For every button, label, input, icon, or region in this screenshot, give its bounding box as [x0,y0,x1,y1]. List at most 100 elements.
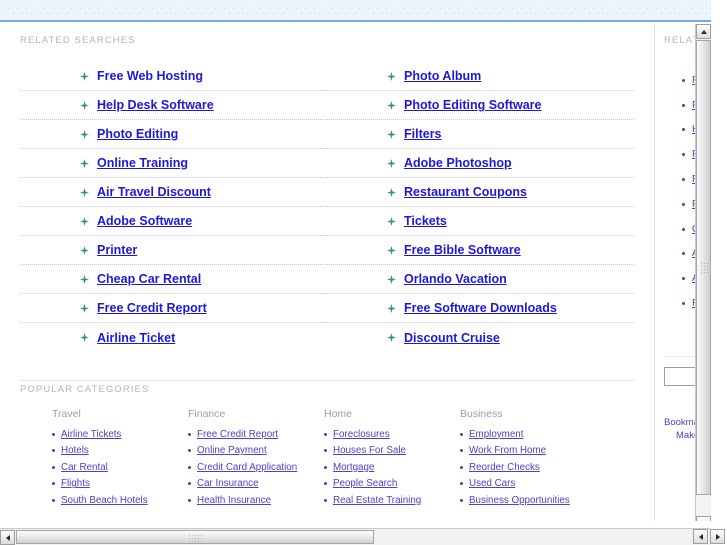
related-search-item[interactable]: Photo Editing [20,120,327,149]
related-search-link[interactable]: Free Web Hosting [97,69,203,83]
category-list-item[interactable]: Work From Home [460,443,596,460]
related-search-item[interactable]: Free Credit Report [20,294,327,323]
category-link[interactable]: Houses For Sale [333,445,406,456]
related-search-link[interactable]: Airline Ticket [97,331,175,345]
category-list-item[interactable]: Health Insurance [188,492,324,509]
category-list-item[interactable]: Used Cars [460,476,596,493]
category-link[interactable]: Credit Card Application [197,462,297,473]
related-search-item[interactable]: Help Desk Software [20,91,327,120]
category-list-item[interactable]: Employment [460,426,596,443]
related-search-link[interactable]: Photo Editing [97,127,178,141]
related-search-link[interactable]: Adobe Photoshop [404,156,512,170]
related-search-item[interactable]: Adobe Software [20,207,327,236]
corner-scroll-left-button[interactable] [693,529,708,544]
star-bullet-icon [387,71,396,81]
vertical-scrollbar[interactable] [695,24,711,521]
category-link[interactable]: Mortgage [333,462,374,473]
horizontal-scrollbar-thumb[interactable] [16,530,374,544]
category-link[interactable]: Real Estate Training [333,495,421,506]
bullet-dot-icon [188,449,191,453]
related-search-item[interactable]: Photo Editing Software [327,91,634,120]
category-list-item[interactable]: Real Estate Training [324,492,460,509]
category-list-item[interactable]: Free Credit Report [188,426,324,443]
category-link[interactable]: Employment [469,429,523,440]
scroll-up-button[interactable] [696,24,711,39]
category-column: Business Employment Work From Home Reorder … [460,408,596,509]
category-link[interactable]: Foreclosures [333,429,390,440]
category-list-item[interactable]: Reorder Checks [460,459,596,476]
category-list-item[interactable]: Car Insurance [188,476,324,493]
related-search-link[interactable]: Cheap Car Rental [97,272,201,286]
category-list-item[interactable]: Airline Tickets [52,426,188,443]
category-link[interactable]: Business Opportunities [469,495,570,506]
category-list-item[interactable]: Credit Card Application [188,459,324,476]
category-link[interactable]: Free Credit Report [197,429,278,440]
scroll-up-button-secondary[interactable] [696,516,711,521]
category-list-item[interactable]: Mortgage [324,459,460,476]
related-search-link[interactable]: Photo Editing Software [404,98,542,112]
related-search-item[interactable]: Tickets [327,207,634,236]
category-link[interactable]: Flights [61,478,90,489]
category-list-item[interactable]: Online Payment [188,443,324,460]
corner-scroll-right-button[interactable] [710,529,725,544]
related-search-link[interactable]: Printer [97,243,137,257]
related-search-link[interactable]: Free Bible Software [404,243,521,257]
category-link[interactable]: Car Rental [61,462,108,473]
related-search-item[interactable]: Free Software Downloads [327,294,634,323]
related-search-item[interactable]: Discount Cruise [327,323,634,352]
category-list-item[interactable]: People Search [324,476,460,493]
related-search-item[interactable]: Filters [327,120,634,149]
related-search-link[interactable]: Restaurant Coupons [404,185,527,199]
related-search-item[interactable]: Free Web Hosting [20,62,327,91]
related-search-link[interactable]: Adobe Software [97,214,192,228]
category-link[interactable]: Used Cars [469,478,515,489]
category-list-item[interactable]: South Beach Hotels [52,492,188,509]
bullet-dot-icon [682,302,685,306]
related-search-item[interactable]: Photo Album [327,62,634,91]
horizontal-scrollbar[interactable] [0,528,711,545]
category-list-item[interactable]: Houses For Sale [324,443,460,460]
bullet-dot-icon [460,482,463,486]
category-link[interactable]: People Search [333,478,397,489]
related-search-item[interactable]: Online Training [20,149,327,178]
related-search-link[interactable]: Help Desk Software [97,98,214,112]
related-search-item[interactable]: Cheap Car Rental [20,265,327,294]
bullet-dot-icon [188,498,191,502]
category-link[interactable]: Hotels [61,445,89,456]
category-list-item[interactable]: Car Rental [52,459,188,476]
related-search-link[interactable]: Filters [404,127,442,141]
star-bullet-icon [387,274,396,284]
page-header-band [0,0,711,22]
category-list-item[interactable]: Foreclosures [324,426,460,443]
category-link[interactable]: Health Insurance [197,495,271,506]
category-link[interactable]: Reorder Checks [469,462,540,473]
category-list-item[interactable]: Hotels [52,443,188,460]
category-link[interactable]: Car Insurance [197,478,259,489]
vertical-scrollbar-thumb[interactable] [696,40,711,495]
category-link[interactable]: South Beach Hotels [61,495,148,506]
related-search-item[interactable]: Free Bible Software [327,236,634,265]
related-search-link[interactable]: Air Travel Discount [97,185,211,199]
category-list-item[interactable]: Flights [52,476,188,493]
bullet-dot-icon [324,465,327,469]
related-search-item[interactable]: Airline Ticket [20,323,327,352]
category-link[interactable]: Work From Home [469,445,546,456]
related-search-link[interactable]: Online Training [97,156,188,170]
related-search-link[interactable]: Free Credit Report [97,301,207,315]
related-search-item[interactable]: Restaurant Coupons [327,178,634,207]
category-link[interactable]: Online Payment [197,445,267,456]
chevron-left-icon [5,534,10,541]
category-link[interactable]: Airline Tickets [61,429,121,440]
related-search-item[interactable]: Orlando Vacation [327,265,634,294]
related-search-link[interactable]: Photo Album [404,69,481,83]
related-search-item[interactable]: Printer [20,236,327,265]
related-search-link[interactable]: Free Software Downloads [404,301,557,315]
related-searches-grid: Free Web Hosting Help Desk Software Photo … [20,62,635,352]
related-search-link[interactable]: Orlando Vacation [404,272,507,286]
related-search-link[interactable]: Discount Cruise [404,331,500,345]
category-list-item[interactable]: Business Opportunities [460,492,596,509]
related-search-item[interactable]: Adobe Photoshop [327,149,634,178]
related-search-item[interactable]: Air Travel Discount [20,178,327,207]
scroll-left-button[interactable] [0,530,15,545]
related-search-link[interactable]: Tickets [404,214,447,228]
